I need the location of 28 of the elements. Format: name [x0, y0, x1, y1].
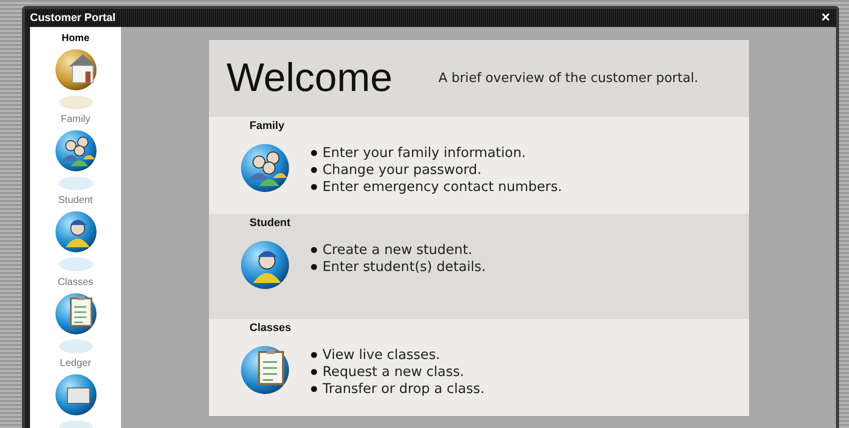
sidebar-item[interactable]: Family	[52, 114, 100, 196]
close-button[interactable]: ×	[821, 11, 830, 25]
welcome-subtitle: A brief overview of the customer portal.	[438, 71, 698, 86]
sidebar-item[interactable]: Ledger	[52, 358, 100, 428]
bullet-text: Enter emergency contact numbers.	[322, 178, 562, 194]
bullet-text: Request a new class.	[322, 364, 464, 380]
bullet-icon	[310, 264, 316, 270]
section-title: Classes	[250, 322, 292, 334]
bullet-icon	[310, 166, 316, 172]
sidebar-item[interactable]: Classes	[52, 276, 100, 358]
welcome-title: Welcome	[226, 56, 392, 101]
window-title: Customer Portal	[30, 12, 116, 24]
bullet-icon	[310, 246, 316, 252]
section-title: Student	[250, 217, 292, 229]
bullet-text: Create a new student.	[322, 242, 472, 258]
bullet-icon	[310, 386, 316, 392]
bullet-text: Enter student(s) details.	[322, 258, 486, 274]
bullet-icon	[310, 352, 316, 358]
bullet-icon	[310, 184, 316, 190]
bullet-text: Change your password.	[322, 162, 482, 178]
bullet-text: Enter your family information.	[322, 144, 526, 160]
bullet-icon	[310, 368, 316, 374]
section-title: Family	[250, 120, 286, 132]
bullet-text: View live classes.	[322, 346, 440, 362]
sidebar-item[interactable]: Home	[52, 33, 100, 114]
sidebar-item[interactable]: Student	[52, 195, 100, 277]
bullet-icon	[310, 150, 316, 156]
bullet-text: Transfer or drop a class.	[322, 380, 484, 396]
